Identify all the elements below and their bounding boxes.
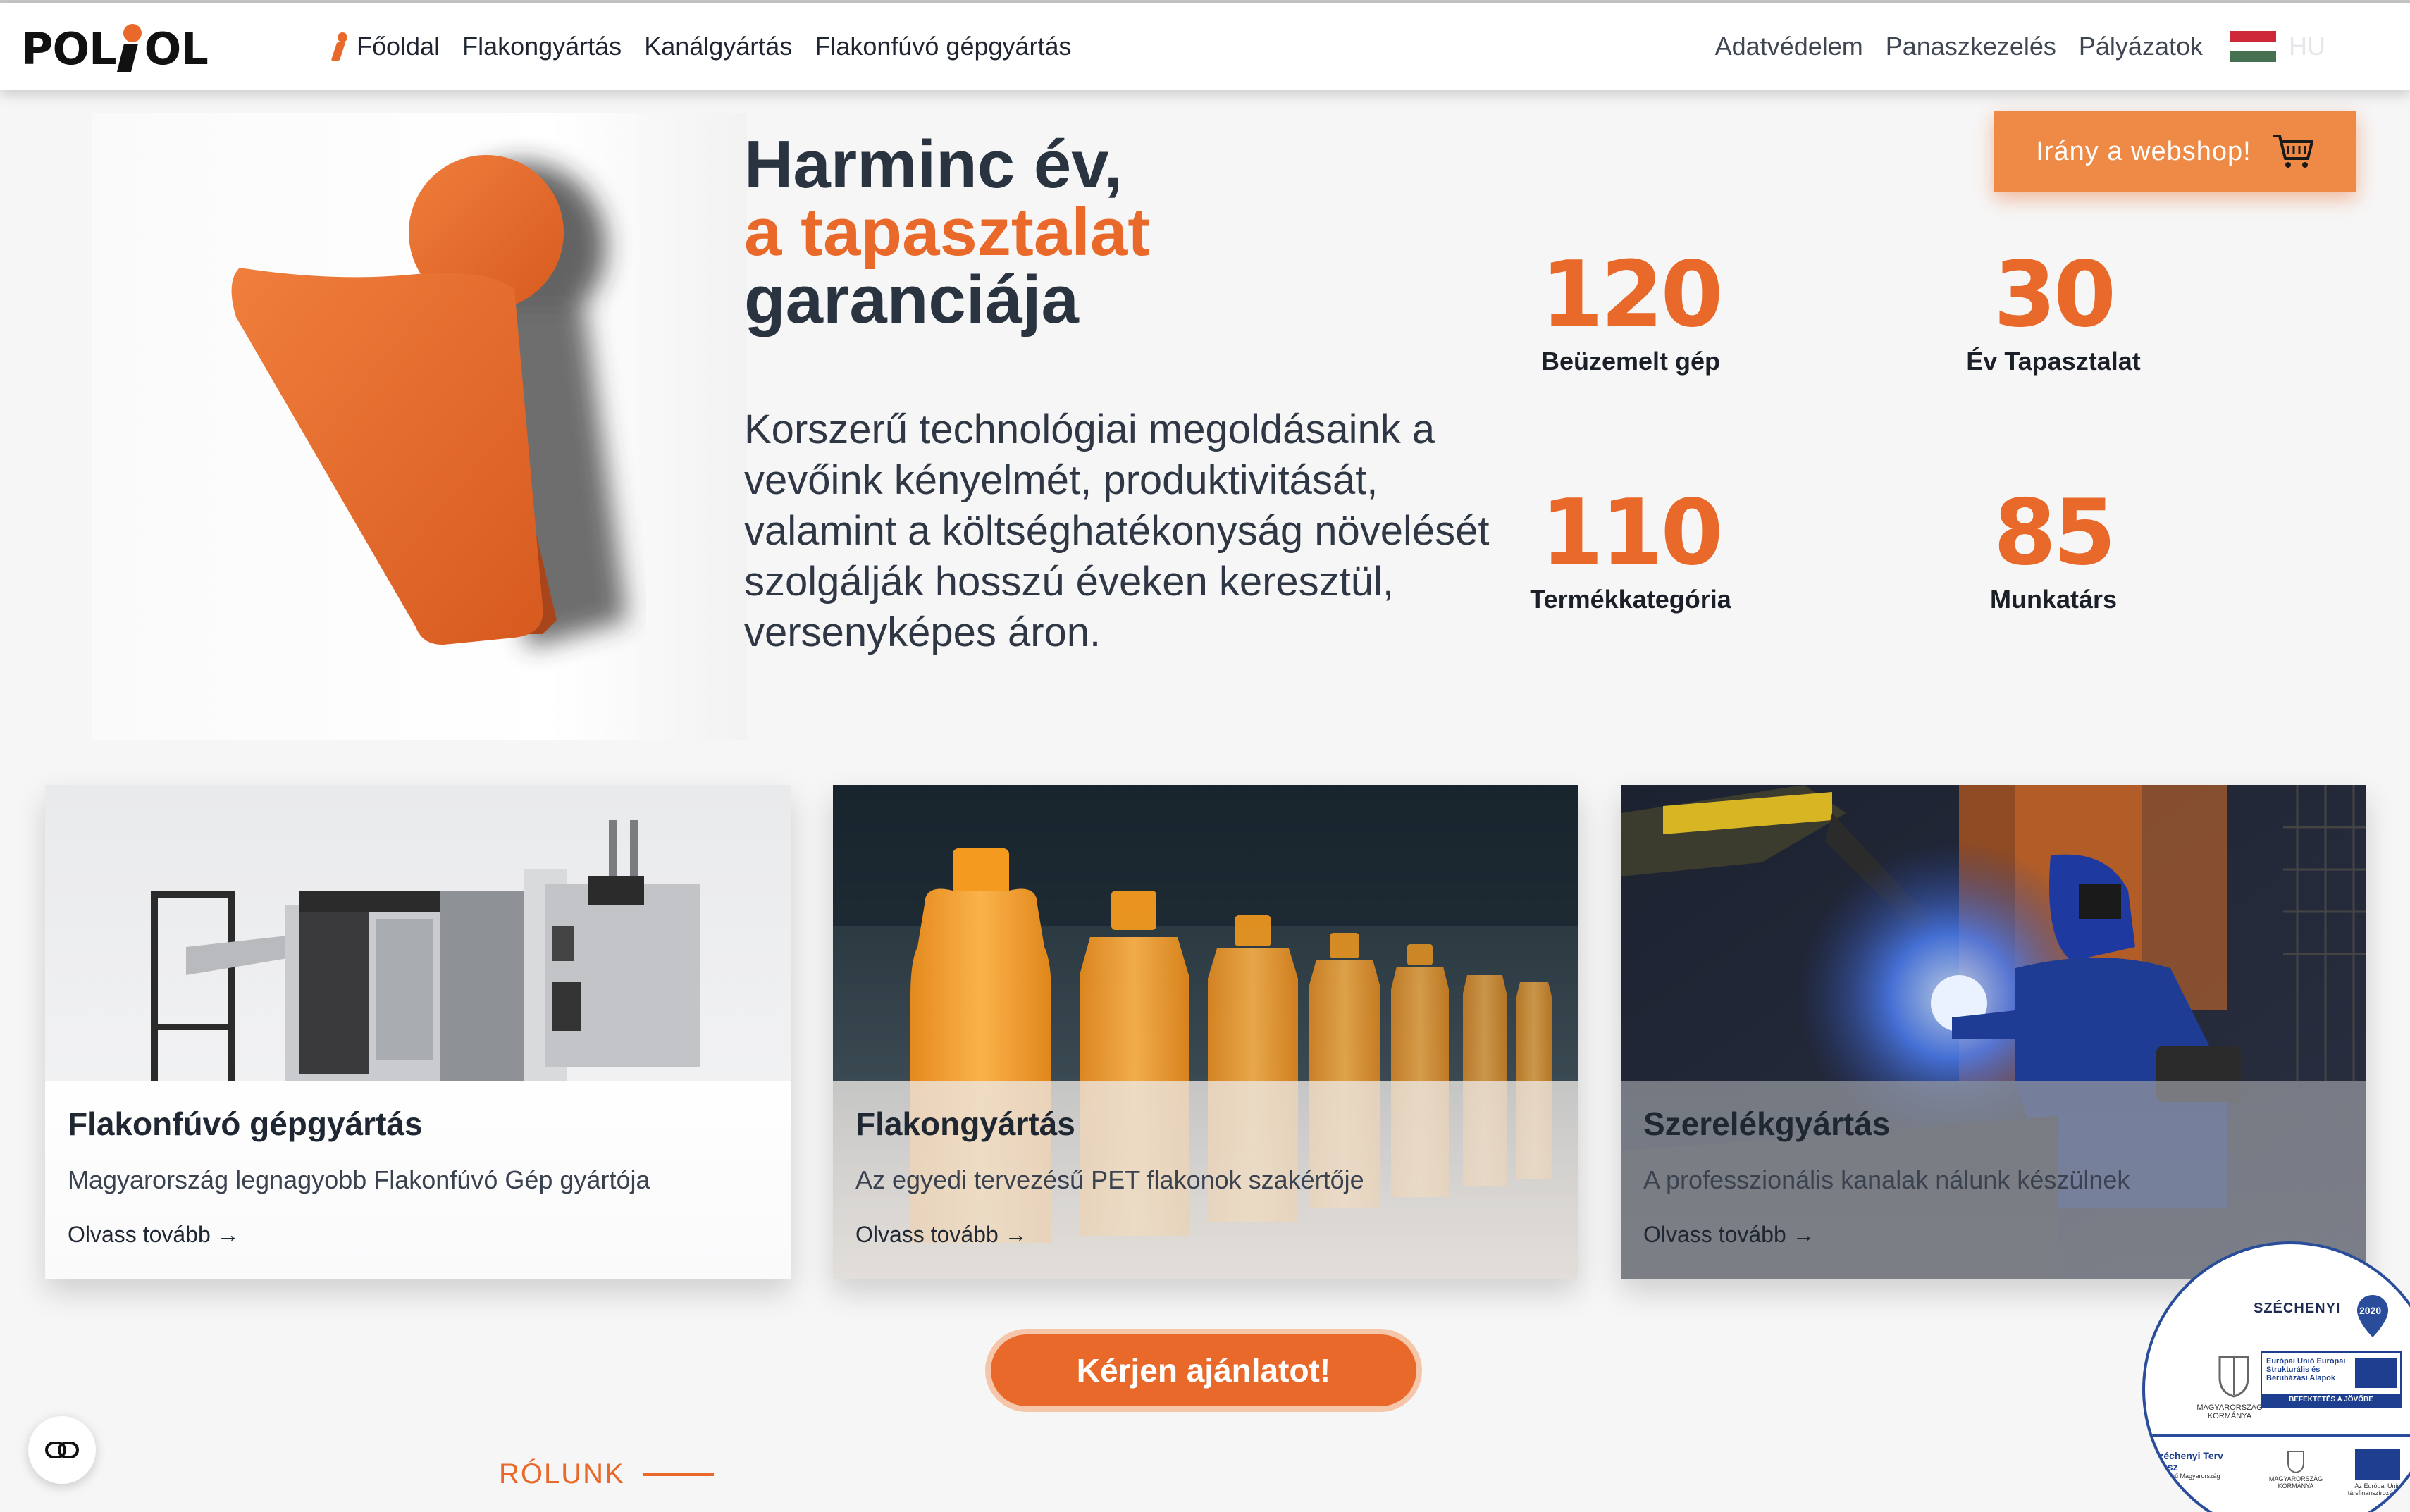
eu-funds-box: Európai Unió Európai Strukturális és Ber… (2261, 1351, 2402, 1408)
read-more-link[interactable]: Olvass tovább → (855, 1222, 1027, 1248)
stat-label: Év Tapasztalat (1966, 347, 2141, 376)
logo-text-left: POL (21, 23, 117, 75)
main-nav: Főoldal Flakongyártás Kanálgyártás Flako… (331, 3, 1072, 90)
stat-categories: 110 Termékkategória (1447, 488, 1814, 614)
read-more-link[interactable]: Olvass tovább → (1643, 1222, 1815, 1248)
nav-link-blow-machine[interactable]: Flakonfúvó gépgyártás (815, 32, 1071, 61)
eu-cofinance-label: Az Európai Unió társfinanszírozásával (2347, 1482, 2408, 1496)
about-label: RÓLUNK (499, 1458, 625, 1489)
card-subtitle: Az egyedi tervezésű PET flakonok szakért… (855, 1165, 1364, 1194)
stat-value: 85 (1993, 481, 2116, 585)
stat-label: Beüzemelt gép (1540, 347, 1721, 376)
poliol-logo[interactable]: POL OL (21, 23, 209, 75)
card-subtitle: Magyarország legnagyobb Flakonfúvó Gép g… (68, 1165, 650, 1194)
hero-title-line-1: Harminc év, (744, 127, 1123, 202)
card-blow-machine[interactable]: Flakonfúvó gépgyártás Magyarország legna… (45, 785, 791, 1279)
stat-machines: 120 Beüzemelt gép (1447, 249, 1814, 376)
home-i-icon (331, 31, 351, 62)
read-more-link[interactable]: Olvass tovább → (68, 1222, 240, 1248)
card-title: Szerelékgyártás (1643, 1105, 1891, 1142)
stat-label: Munkatárs (1989, 585, 2118, 614)
hero-title: Harminc év, a tapasztalat garanciája (744, 131, 1150, 334)
plan-label: Széchenyi Terv Plusz (2152, 1450, 2223, 1473)
eu-funds-text: Európai Unió Európai Strukturális és Ber… (2266, 1357, 2346, 1382)
hungarian-flag-icon[interactable] (2230, 31, 2276, 63)
hungarian-crest-icon (2218, 1356, 2249, 1398)
nav-link-label: Főoldal (357, 32, 440, 61)
stat-value: 30 (1993, 242, 2116, 347)
szechenyi-plus-logo: Széchenyi Terv Plusz Sokszínű Magyarorsz… (2152, 1450, 2251, 1480)
hu-gov-logo-2: MAGYARORSZÁG KORMÁNYA (2268, 1449, 2324, 1489)
stat-years: 30 Év Tapasztalat (1870, 249, 2237, 376)
logo-i-icon (116, 24, 144, 75)
card-bottle-production[interactable]: Flakongyártás Az egyedi tervezésű PET fl… (833, 785, 1578, 1279)
badge-year: 2020 (2359, 1305, 2382, 1316)
hungarian-crest-icon (2287, 1451, 2304, 1474)
shopping-cart-icon (2272, 135, 2313, 168)
about-section-heading: RÓLUNK (499, 1458, 714, 1490)
hero-description: Korszerű technológiai megoldásaink a vev… (744, 407, 1490, 655)
card-subtitle: A professzionális kanalak nálunk készüln… (1643, 1165, 2130, 1194)
nav-link-spoon-production[interactable]: Kanálgyártás (644, 32, 792, 61)
nav-link-home[interactable]: Főoldal (331, 31, 440, 62)
nav-link-bottle-production[interactable]: Flakongyártás (462, 32, 622, 61)
nav-link-privacy[interactable]: Adatvédelem (1715, 32, 1863, 61)
stat-label: Termékkategória (1530, 585, 1731, 614)
stat-value: 110 (1540, 481, 1723, 585)
eu-flag-icon (2355, 1449, 2400, 1480)
request-quote-button[interactable]: Kérjen ajánlatot! (985, 1329, 1422, 1412)
eu-cofinance-logo: Az Európai Unió társfinanszírozásával (2344, 1449, 2410, 1496)
badge-divider (2145, 1434, 2410, 1437)
hero-title-line-3: garanciája (744, 262, 1079, 337)
hero-title-line-2: a tapasztalat (744, 194, 1151, 270)
navbar: POL OL Főoldal Flakongyártás Kanálgyártá… (0, 3, 2410, 90)
stat-value: 120 (1540, 242, 1723, 347)
badge-title: SZÉCHENYI (2254, 1301, 2341, 1316)
szechenyi-2020-badge[interactable]: SZÉCHENYI 2020 MAGYARORSZÁG KORMÁNYA Eur… (2142, 1241, 2410, 1512)
big-i-logo-icon (231, 155, 627, 648)
cookie-settings-button[interactable] (28, 1416, 96, 1484)
hu-gov-label: MAGYARORSZÁG KORMÁNYA (2196, 1403, 2263, 1420)
nav-link-tenders[interactable]: Pályázatok (2079, 32, 2203, 61)
eu-flag-icon (2355, 1358, 2397, 1388)
eu-invest-bar: BEFEKTETÉS A JÖVŐBE (2262, 1394, 2400, 1406)
webshop-button-label: Irány a webshop! (2036, 136, 2251, 166)
card-fitting-production[interactable]: Szerelékgyártás A professzionális kanala… (1621, 785, 2366, 1279)
card-title: Flakongyártás (855, 1105, 1075, 1142)
cookie-settings-icon (45, 1442, 79, 1458)
webshop-button[interactable]: Irány a webshop! (1994, 111, 2356, 192)
logo-text-right: OL (144, 23, 209, 75)
card-title: Flakonfúvó gépgyártás (68, 1105, 423, 1142)
hero-brand-graphic (92, 113, 747, 740)
stat-employees: 85 Munkatárs (1870, 488, 2237, 614)
about-underline (643, 1473, 714, 1476)
secondary-nav: Adatvédelem Panaszkezelés Pályázatok HU (1715, 3, 2325, 90)
nav-link-complaints[interactable]: Panaszkezelés (1886, 32, 2056, 61)
location-pin-icon (2357, 1295, 2388, 1337)
plan-sub-label: Sokszínű Magyarország (2152, 1473, 2220, 1480)
hu-gov-label-2: MAGYARORSZÁG KORMÁNYA (2268, 1475, 2323, 1489)
language-selector[interactable]: HU (2289, 32, 2325, 61)
